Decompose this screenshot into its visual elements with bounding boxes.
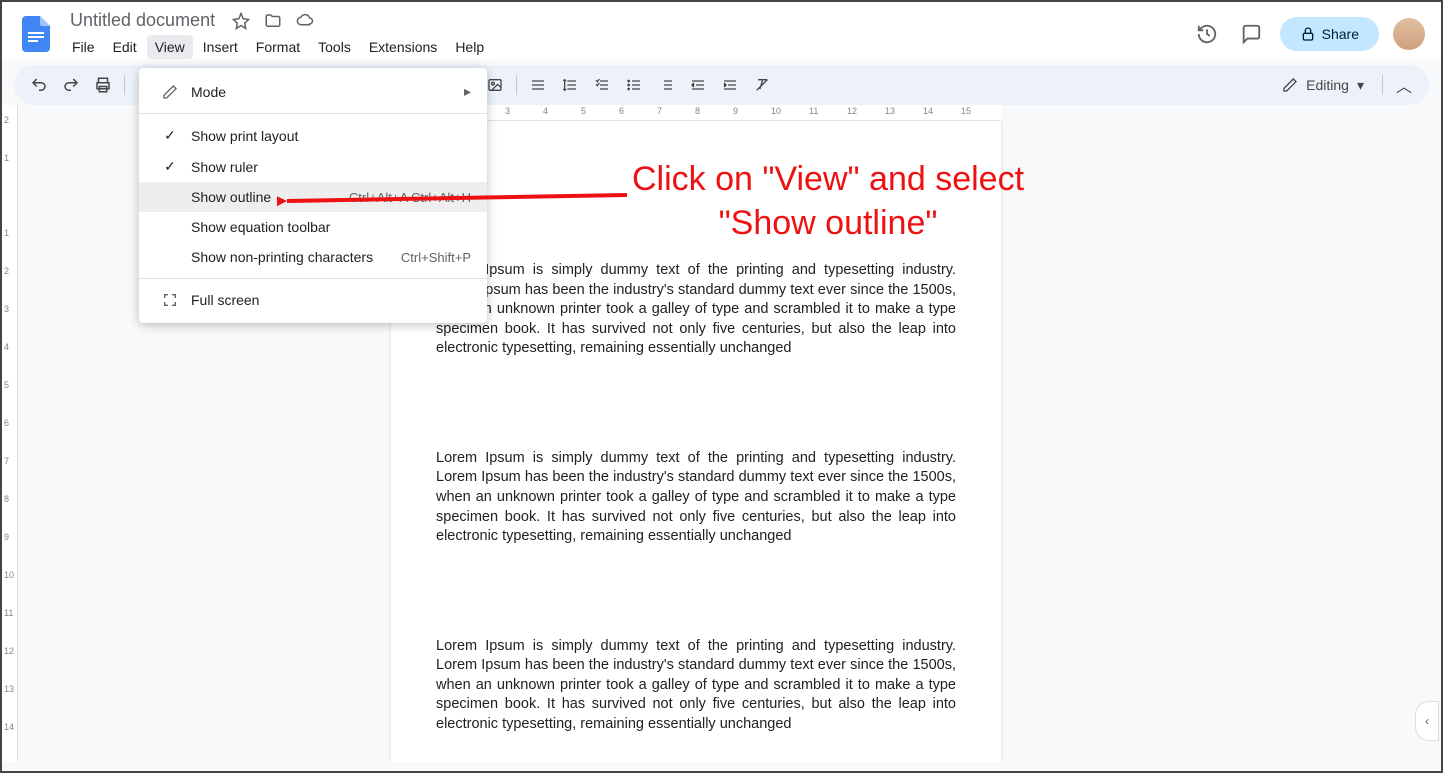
share-button[interactable]: Share — [1280, 17, 1379, 51]
menu-item-label: Show outline — [185, 189, 349, 205]
menu-tools[interactable]: Tools — [310, 35, 359, 59]
menu-show-print-layout[interactable]: ✓ Show print layout — [139, 120, 487, 151]
menu-item-label: Show non-printing characters — [185, 249, 401, 265]
fullscreen-icon — [155, 292, 185, 308]
star-icon[interactable] — [229, 9, 253, 33]
menu-item-label: Show ruler — [185, 159, 471, 175]
document-title[interactable]: Untitled document — [64, 8, 221, 33]
menu-edit[interactable]: Edit — [105, 35, 145, 59]
menu-show-equation-toolbar[interactable]: Show equation toolbar — [139, 212, 487, 242]
paragraph[interactable]: Lorem Ipsum is simply dummy text of the … — [436, 261, 956, 359]
editing-label: Editing — [1306, 77, 1349, 93]
menu-mode[interactable]: Mode ▸ — [139, 76, 487, 107]
menu-full-screen[interactable]: Full screen — [139, 285, 487, 315]
indent-decrease-icon[interactable] — [683, 70, 713, 100]
check-icon: ✓ — [155, 127, 185, 144]
docs-logo[interactable] — [18, 16, 54, 52]
menu-mode-label: Mode — [185, 84, 464, 100]
avatar[interactable] — [1393, 18, 1425, 50]
chevron-down-icon: ▾ — [1357, 77, 1364, 94]
align-icon[interactable] — [523, 70, 553, 100]
view-dropdown: Mode ▸ ✓ Show print layout ✓ Show ruler … — [139, 68, 487, 323]
menu-show-ruler[interactable]: ✓ Show ruler — [139, 151, 487, 182]
pencil-icon — [155, 84, 185, 100]
chevron-right-icon: ▸ — [464, 83, 471, 100]
print-icon[interactable] — [88, 70, 118, 100]
number-list-icon[interactable] — [651, 70, 681, 100]
menu-file[interactable]: File — [64, 35, 103, 59]
menu-help[interactable]: Help — [447, 35, 492, 59]
menu-show-outline[interactable]: Show outline Ctrl+Alt+A Ctrl+Alt+H — [139, 182, 487, 212]
chevron-up-icon[interactable]: ︿ — [1389, 70, 1419, 100]
redo-icon[interactable] — [56, 70, 86, 100]
comment-icon[interactable] — [1236, 19, 1266, 49]
menu-insert[interactable]: Insert — [195, 35, 246, 59]
vertical-ruler: 2 1 1 2 3 4 5 6 7 8 9 10 11 12 13 14 — [2, 105, 18, 762]
menu-shortcut: Ctrl+Shift+P — [401, 250, 471, 265]
indent-increase-icon[interactable] — [715, 70, 745, 100]
menu-item-label: Full screen — [185, 292, 471, 308]
paragraph[interactable]: Lorem Ipsum is simply dummy text of the … — [436, 449, 956, 547]
menu-item-label: Show equation toolbar — [185, 219, 471, 235]
menu-shortcut: Ctrl+Alt+A Ctrl+Alt+H — [349, 190, 471, 205]
app-header: Untitled document File Edit View Insert … — [2, 2, 1441, 59]
move-icon[interactable] — [261, 9, 285, 33]
menubar: File Edit View Insert Format Tools Exten… — [64, 35, 1182, 59]
clear-format-icon[interactable] — [747, 70, 777, 100]
menu-format[interactable]: Format — [248, 35, 308, 59]
menu-view[interactable]: View — [147, 35, 193, 59]
check-icon: ✓ — [155, 158, 185, 175]
side-panel-toggle[interactable]: ‹ — [1415, 701, 1439, 741]
bullet-list-icon[interactable] — [619, 70, 649, 100]
menu-item-label: Show print layout — [185, 128, 471, 144]
cloud-icon[interactable] — [293, 9, 317, 33]
menu-show-non-printing[interactable]: Show non-printing characters Ctrl+Shift+… — [139, 242, 487, 272]
paragraph[interactable]: Lorem Ipsum is simply dummy text of the … — [436, 637, 956, 735]
menu-extensions[interactable]: Extensions — [361, 35, 445, 59]
checklist-icon[interactable] — [587, 70, 617, 100]
share-label: Share — [1322, 26, 1359, 42]
history-icon[interactable] — [1192, 19, 1222, 49]
editing-mode-button[interactable]: Editing ▾ — [1270, 71, 1376, 100]
line-spacing-icon[interactable] — [555, 70, 585, 100]
undo-icon[interactable] — [24, 70, 54, 100]
